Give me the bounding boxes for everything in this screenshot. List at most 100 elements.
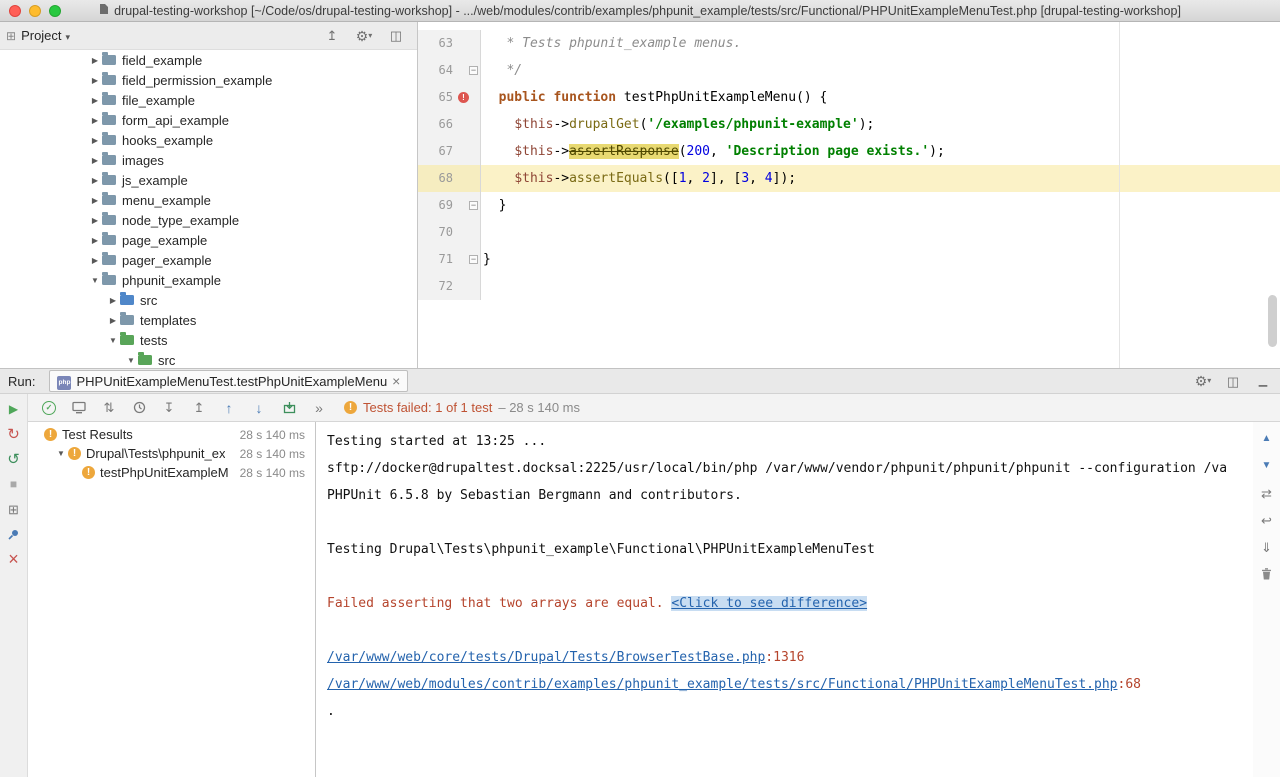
project-item-node_type_example[interactable]: ▶node_type_example [0,210,417,230]
code-line[interactable]: */ [481,57,1280,84]
test-tree-item[interactable]: !testPhpUnitExampleM28 s 140 ms [28,463,315,482]
toggle-autotest-icon[interactable]: ↺ [5,450,23,468]
code-line[interactable]: $this->assertEquals([1, 2], [3, 4]); [481,165,1280,192]
chevron-right-icon[interactable]: ▶ [88,176,102,185]
soft-wrap-icon[interactable]: ↩ [1258,511,1276,529]
chevron-right-icon[interactable]: ▶ [88,136,102,145]
close-window-button[interactable] [9,5,21,17]
fold-marker-icon[interactable]: − [469,201,478,210]
rerun-failed-icon[interactable]: ↻ [5,425,23,443]
project-item-src[interactable]: ▶src [0,290,417,310]
expand-all-icon[interactable]: ↧ [160,399,178,417]
line-number[interactable]: 64 [418,57,458,84]
sort-by-duration-icon[interactable] [130,399,148,417]
hide-passed-icon[interactable]: ✓ [40,399,58,417]
test-tree-item[interactable]: !Test Results28 s 140 ms [28,425,315,444]
line-number[interactable]: 65 [418,84,458,111]
project-item-field_permission_example[interactable]: ▶field_permission_example [0,70,417,90]
sort-alphabetically-icon[interactable]: ⇅ [100,399,118,417]
rerun-icon[interactable]: ▶ [5,400,23,418]
editor[interactable]: 63 * Tests phpunit_example menus. 64 − */ 6… [418,22,1280,368]
project-item-hooks_example[interactable]: ▶hooks_example [0,130,417,150]
scroll-up-icon[interactable]: ▲ [1258,430,1276,448]
project-item-field_example[interactable]: ▶field_example [0,50,417,70]
collapse-all-icon[interactable]: ↥ [323,27,341,45]
close-tab-icon[interactable]: × [392,374,400,389]
minimize-window-button[interactable] [29,5,41,17]
import-results-icon[interactable] [280,399,298,417]
chevron-right-icon[interactable]: ▶ [88,156,102,165]
stop-icon[interactable]: ■ [5,475,23,493]
code-line[interactable]: } [481,192,1280,219]
more-chevron-icon[interactable]: » [310,399,328,417]
clear-console-icon[interactable] [1258,565,1276,583]
chevron-right-icon[interactable]: ▶ [106,296,120,305]
pin-tab-icon[interactable] [5,525,23,543]
settings-icon[interactable]: ⚙▾ [1194,372,1212,390]
code-line[interactable]: * Tests phpunit_example menus. [481,30,1280,57]
chevron-right-icon[interactable]: ▶ [88,236,102,245]
test-tree-item[interactable]: ▼!Drupal\Tests\phpunit_ex28 s 140 ms [28,444,315,463]
project-item-templates[interactable]: ▶templates [0,310,417,330]
fold-marker-icon[interactable]: − [469,255,478,264]
chevron-down-icon[interactable]: ▼ [106,336,120,345]
project-item-menu_example[interactable]: ▶menu_example [0,190,417,210]
code-line[interactable]: } [481,246,1280,273]
chevron-down-icon[interactable]: ▼ [54,449,68,458]
scroll-end-icon[interactable]: ⇓ [1258,538,1276,556]
code-line[interactable]: $this->assertResponse(200, 'Description … [481,138,1280,165]
collapse-tree-icon[interactable]: ↥ [190,399,208,417]
project-item-file_example[interactable]: ▶file_example [0,90,417,110]
failed-test-run-icon[interactable]: ! [458,92,469,103]
settings-icon[interactable]: ⚙▾ [355,27,373,45]
line-number[interactable]: 71 [418,246,458,273]
hide-panel-icon[interactable]: ◫ [387,27,405,45]
run-tab[interactable]: php PHPUnitExampleMenuTest.testPhpUnitEx… [49,370,408,392]
code-line[interactable] [481,273,1280,300]
line-number[interactable]: 63 [418,30,458,57]
line-number[interactable]: 70 [418,219,458,246]
scroll-down-icon[interactable]: ▼ [1258,457,1276,475]
console-link[interactable]: <Click to see difference> [671,596,867,611]
chevron-down-icon[interactable]: ▼ [88,276,102,285]
project-item-src[interactable]: ▼src [0,350,417,368]
previous-failed-icon[interactable]: ↑ [220,399,238,417]
project-header[interactable]: ⊞ Project ▾ ↥⚙▾◫ [0,22,417,50]
project-item-form_api_example[interactable]: ▶form_api_example [0,110,417,130]
code-line[interactable]: $this->drupalGet('/examples/phpunit-exam… [481,111,1280,138]
project-item-images[interactable]: ▶images [0,150,417,170]
line-number[interactable]: 68 [418,165,458,192]
zoom-window-button[interactable] [49,5,61,17]
chevron-right-icon[interactable]: ▶ [88,116,102,125]
project-item-phpunit_example[interactable]: ▼phpunit_example [0,270,417,290]
line-number[interactable]: 66 [418,111,458,138]
line-number[interactable]: 67 [418,138,458,165]
editor-scrollbar[interactable] [1268,295,1277,347]
chevron-right-icon[interactable]: ▶ [88,76,102,85]
next-failed-icon[interactable]: ↓ [250,399,268,417]
chevron-right-icon[interactable]: ▶ [88,96,102,105]
project-item-js_example[interactable]: ▶js_example [0,170,417,190]
chevron-right-icon[interactable]: ▶ [88,196,102,205]
swap-output-icon[interactable]: ⇄ [1258,484,1276,502]
line-number[interactable]: 72 [418,273,458,300]
code-line[interactable]: public function testPhpUnitExampleMenu()… [481,84,1280,111]
close-icon[interactable]: × [5,550,23,568]
chevron-right-icon[interactable]: ▶ [88,56,102,65]
chevron-down-icon[interactable]: ▼ [124,356,138,365]
minimize-icon[interactable]: ▁ [1254,372,1272,390]
chevron-right-icon[interactable]: ▶ [88,256,102,265]
test-console-output[interactable]: Testing started at 13:25 ...sftp://docke… [317,422,1253,777]
restore-layout-icon[interactable]: ⊞ [5,500,23,518]
project-item-page_example[interactable]: ▶page_example [0,230,417,250]
float-icon[interactable]: ◫ [1224,372,1242,390]
line-number[interactable]: 69 [418,192,458,219]
show-ignored-icon[interactable] [70,399,88,417]
fold-marker-icon[interactable]: − [469,66,478,75]
console-link[interactable]: /var/www/web/core/tests/Drupal/Tests/Bro… [327,650,765,665]
chevron-right-icon[interactable]: ▶ [88,216,102,225]
console-link[interactable]: /var/www/web/modules/contrib/examples/ph… [327,677,1118,692]
chevron-right-icon[interactable]: ▶ [106,316,120,325]
code-line[interactable] [481,219,1280,246]
project-item-tests[interactable]: ▼tests [0,330,417,350]
